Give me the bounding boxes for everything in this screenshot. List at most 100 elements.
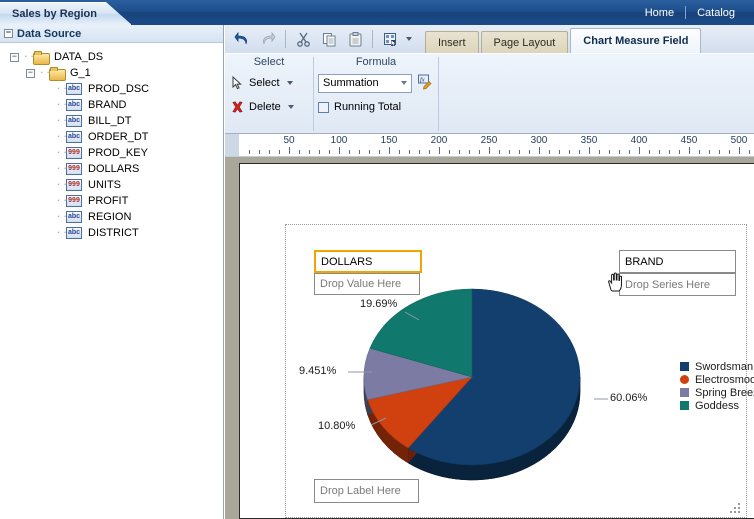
legend-label: Spring Breeze	[695, 386, 754, 399]
ruler-tick	[339, 147, 340, 154]
collapse-panel-icon[interactable]: −	[4, 29, 13, 38]
ruler-tick	[689, 147, 690, 154]
select-label: Select	[249, 77, 280, 89]
tab-label: Page Layout	[493, 36, 556, 49]
tree-item-prod-dsc[interactable]: ··· abc PROD_DSC	[8, 81, 223, 97]
paste-special-icon[interactable]	[377, 27, 403, 51]
undo-icon[interactable]	[229, 27, 255, 51]
ruler-tick	[699, 150, 700, 154]
quick-access-toolbar: Insert Page Layout Chart Measure Field	[225, 25, 754, 53]
legend-item-spring-breeze[interactable]: Spring Breeze	[680, 386, 754, 399]
tree-item-label: BILL_DT	[88, 115, 132, 127]
tree-item-dollars[interactable]: ··· 999 DOLLARS	[8, 161, 223, 177]
tree-line: ···	[56, 196, 74, 206]
document-tab-label: Sales by Region	[12, 8, 97, 20]
svg-text:fx: fx	[420, 76, 425, 83]
running-total-label: Running Total	[334, 101, 402, 113]
tree-item-label: UNITS	[88, 179, 121, 191]
tree-expander-icon[interactable]: −	[26, 68, 35, 78]
legend-item-swordsman[interactable]: Swordsman	[680, 360, 754, 373]
tree-item-label: G_1	[70, 67, 91, 79]
delete-x-icon	[232, 101, 243, 113]
horizontal-ruler[interactable]: 50 100 150 200 250 300 350 400 450 500	[225, 134, 754, 157]
ruler-tick	[309, 150, 310, 154]
delete-button[interactable]: Delete	[225, 95, 313, 119]
ruler-label: 400	[630, 135, 648, 146]
tab-insert[interactable]: Insert	[425, 31, 479, 53]
chevron-down-icon[interactable]	[406, 37, 412, 41]
ruler-tick	[599, 150, 600, 154]
ruler-tick	[519, 150, 520, 154]
document-tab[interactable]: Sales by Region	[0, 2, 131, 25]
ruler-tick	[579, 150, 580, 154]
ruler-tick	[329, 150, 330, 154]
redo-icon[interactable]	[255, 27, 281, 51]
ruler-tick	[659, 150, 660, 154]
tree-item-district[interactable]: ··· abc DISTRICT	[8, 225, 223, 241]
report-page[interactable]: DOLLARS Drop Value Here BRAND Drop Serie…	[239, 163, 754, 519]
tab-label: Chart Measure Field	[583, 35, 689, 47]
resize-grip[interactable]	[730, 503, 740, 513]
folder-icon	[33, 51, 50, 65]
home-link[interactable]: Home	[634, 7, 685, 19]
ruler-tick	[319, 150, 320, 154]
ruler-tick	[639, 147, 640, 154]
running-total-row[interactable]: Running Total	[314, 95, 438, 119]
value-field-box[interactable]: DOLLARS	[314, 250, 422, 273]
tree-item-data-ds[interactable]: − ·· DATA_DS	[8, 49, 223, 65]
tree-line: ··	[23, 52, 36, 62]
abc-field-icon: abc	[66, 99, 82, 111]
fx-icon[interactable]: fx	[417, 74, 433, 93]
legend-item-goddess[interactable]: Goddess	[680, 399, 754, 412]
ribbon-group-select: Select Select Delete	[225, 54, 313, 135]
tree-item-brand[interactable]: ··· abc BRAND	[8, 97, 223, 113]
legend-swatch	[680, 401, 689, 410]
tree-item-prod-key[interactable]: ··· 999 PROD_KEY	[8, 145, 223, 161]
chevron-down-icon[interactable]	[401, 81, 407, 85]
tree-expander-icon[interactable]: −	[10, 52, 19, 62]
slice-label-spring-breeze: 9.451%	[299, 365, 337, 377]
data-source-header[interactable]: − Data Source	[0, 25, 223, 43]
tree-item-order-dt[interactable]: ··· abc ORDER_DT	[8, 129, 223, 145]
tree-item-g1[interactable]: − ·· G_1	[8, 65, 223, 81]
chart-container[interactable]: DOLLARS Drop Value Here BRAND Drop Serie…	[285, 224, 754, 518]
global-links: Home Catalog	[634, 0, 746, 25]
tab-page-layout[interactable]: Page Layout	[480, 31, 569, 53]
tree-item-bill-dt[interactable]: ··· abc BILL_DT	[8, 113, 223, 129]
formula-select[interactable]: Summation	[318, 73, 412, 93]
data-source-title: Data Source	[17, 27, 82, 40]
ruler-tick	[299, 150, 300, 154]
chevron-down-icon[interactable]	[286, 81, 293, 85]
data-source-tree: − ·· DATA_DS − ·· G_1 ··· abc PROD_DSC ·…	[0, 43, 223, 241]
ruler-tick	[669, 150, 670, 154]
slice-label-goddess: 19.69%	[360, 298, 398, 310]
legend-item-electrosmooth[interactable]: Electrosmooth	[680, 373, 754, 386]
ruler-tick	[279, 150, 280, 154]
ruler-tick	[259, 150, 260, 154]
catalog-link[interactable]: Catalog	[686, 7, 746, 19]
select-button[interactable]: Select	[225, 71, 313, 95]
tree-line: ···	[56, 228, 74, 238]
ruler-tick	[349, 150, 350, 154]
tree-line: ···	[56, 132, 74, 142]
tree-item-units[interactable]: ··· 999 UNITS	[8, 177, 223, 193]
cut-icon[interactable]	[290, 27, 316, 51]
toolbar-divider	[285, 30, 286, 48]
tab-chart-measure-field[interactable]: Chart Measure Field	[570, 28, 702, 53]
ribbon-panel: Select Select Delete Formula Summation f…	[225, 53, 754, 134]
chevron-down-icon[interactable]	[287, 105, 294, 109]
abc-field-icon: abc	[66, 131, 82, 143]
running-total-checkbox[interactable]	[318, 101, 329, 113]
copy-icon[interactable]	[316, 27, 342, 51]
ruler-tick	[439, 147, 440, 154]
tree-item-profit[interactable]: ··· 999 PROFIT	[8, 193, 223, 209]
abc-field-icon: abc	[66, 83, 82, 95]
slice-label-swordsman: 60.06%	[610, 392, 648, 404]
paste-icon[interactable]	[342, 27, 368, 51]
ribbon-tabs: Insert Page Layout Chart Measure Field	[425, 28, 703, 53]
ruler-label: 150	[380, 135, 398, 146]
tree-line: ···	[56, 100, 74, 110]
number-field-icon: 999	[66, 195, 82, 207]
ruler-tick	[619, 150, 620, 154]
tree-item-region[interactable]: ··· abc REGION	[8, 209, 223, 225]
